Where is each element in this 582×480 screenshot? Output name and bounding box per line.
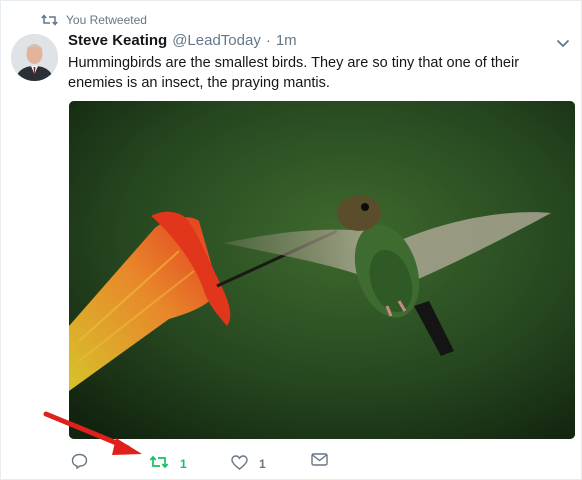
tweet-text-line: Hummingbirds are the smallest birds. The… bbox=[68, 55, 520, 71]
tweet-text: Hummingbirds are the smallest birds. The… bbox=[68, 53, 538, 93]
tweet-photo[interactable] bbox=[69, 101, 575, 439]
author-handle[interactable]: @LeadToday bbox=[172, 32, 261, 49]
heart-icon bbox=[231, 454, 248, 470]
retweet-icon bbox=[149, 455, 169, 469]
envelope-icon bbox=[311, 453, 328, 466]
retweet-context: You Retweeted bbox=[41, 11, 147, 29]
tweet-header: Steve Keating @LeadToday · 1m bbox=[68, 32, 297, 49]
retweet-context-label: You Retweeted bbox=[66, 13, 147, 27]
retweet-button[interactable]: 1 bbox=[149, 453, 187, 471]
direct-message-button[interactable] bbox=[311, 453, 328, 466]
tweet-menu-button[interactable] bbox=[556, 35, 570, 53]
like-count: 1 bbox=[259, 457, 266, 471]
reply-button[interactable] bbox=[71, 453, 88, 469]
reply-icon bbox=[71, 453, 88, 469]
chevron-down-icon bbox=[556, 39, 570, 48]
tweet-timestamp[interactable]: 1m bbox=[276, 32, 297, 49]
like-button[interactable]: 1 bbox=[231, 453, 266, 471]
tweet-card[interactable]: You Retweeted Steve Keating @LeadToday ·… bbox=[0, 0, 582, 480]
avatar[interactable] bbox=[11, 34, 58, 81]
tweet-text-line: enemies is an insect, the praying mantis… bbox=[68, 75, 330, 91]
retweet-count: 1 bbox=[180, 457, 187, 471]
author-name[interactable]: Steve Keating bbox=[68, 32, 167, 49]
separator-dot: · bbox=[265, 32, 271, 49]
retweet-icon bbox=[41, 14, 58, 26]
tweet-actions: 1 1 bbox=[71, 453, 371, 473]
